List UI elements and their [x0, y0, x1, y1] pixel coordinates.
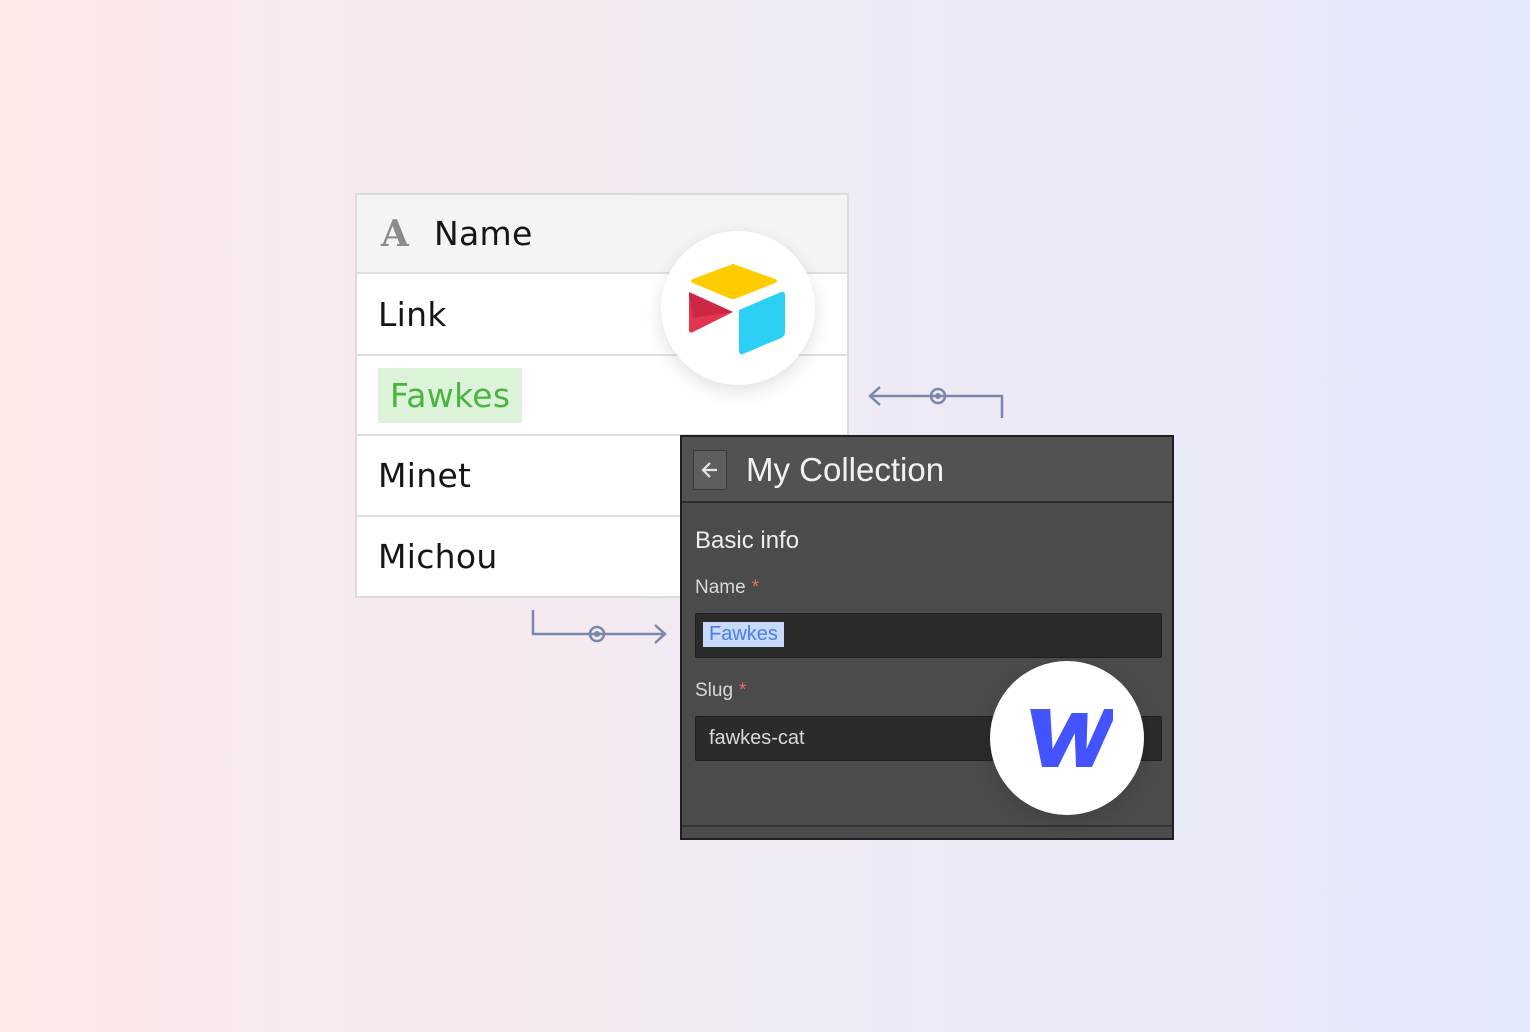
text-field-type-icon: A: [381, 212, 409, 255]
table-cell: Link: [378, 294, 447, 334]
name-input[interactable]: Fawkes: [695, 613, 1162, 658]
connector-arrow-left: [868, 386, 1004, 418]
section-heading: Basic info: [695, 527, 800, 554]
slug-label-text: Slug: [695, 680, 734, 701]
table-cell: Minet: [378, 456, 472, 495]
panel-footer-divider: [682, 825, 1172, 827]
column-header-name[interactable]: Name: [434, 214, 533, 253]
name-label-text: Name: [695, 577, 746, 598]
table-cell: Michou: [378, 537, 498, 576]
name-field-label: Name *: [695, 577, 759, 599]
slug-field-label: Slug *: [695, 680, 746, 702]
connector-arrow-right: [531, 610, 667, 644]
required-asterisk: *: [739, 680, 747, 701]
name-input-value-selected: Fawkes: [703, 622, 784, 647]
arrow-left-icon: [701, 462, 717, 478]
panel-header: My Collection: [682, 437, 1172, 503]
collection-title: My Collection: [746, 451, 945, 488]
required-asterisk: *: [751, 577, 760, 598]
webflow-logo-icon: [990, 661, 1144, 815]
airtable-logo-icon: [661, 231, 815, 385]
slug-input-value: fawkes-cat: [709, 727, 805, 749]
table-cell-highlighted: Fawkes: [378, 367, 523, 423]
back-button[interactable]: [693, 450, 727, 490]
